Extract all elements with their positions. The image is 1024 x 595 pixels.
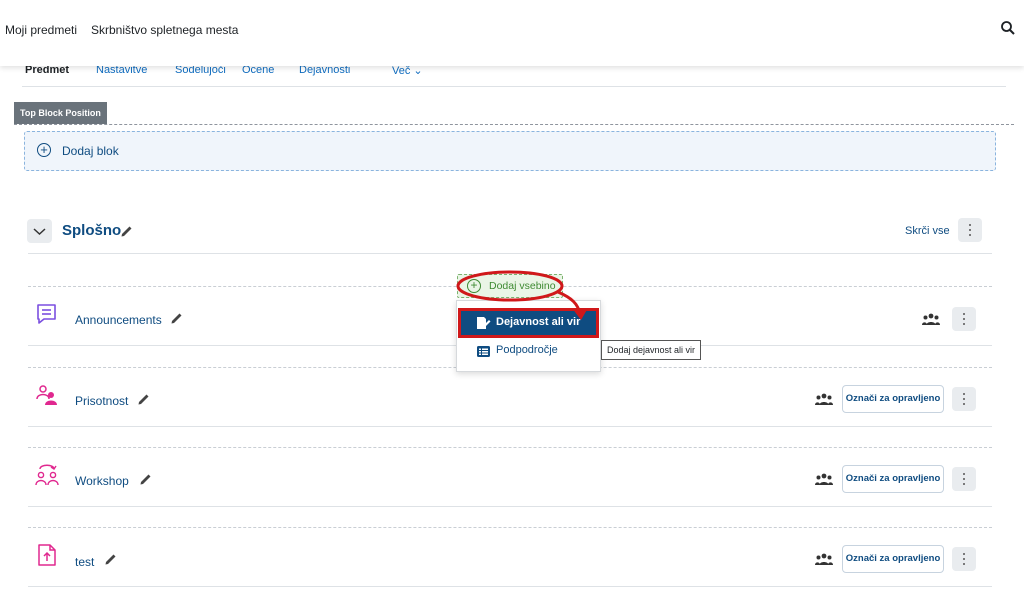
block-position-badge: Top Block Position xyxy=(14,102,107,124)
activity-link-workshop[interactable]: Workshop xyxy=(75,474,129,488)
collapse-all-link[interactable]: Skrči vse xyxy=(905,225,950,237)
plus-circle-icon: + xyxy=(37,143,51,157)
edit-name-pencil-icon[interactable] xyxy=(137,392,151,406)
section-title: Splošno xyxy=(62,222,122,239)
section-collapse-toggle[interactable] xyxy=(27,219,52,243)
group-mode-icon[interactable] xyxy=(922,313,940,326)
activity-link-test[interactable]: test xyxy=(75,555,94,569)
activity-divider xyxy=(28,506,992,507)
annotation-highlight xyxy=(456,270,588,320)
activity-link-announcements[interactable]: Announcements xyxy=(75,313,162,327)
edit-section-pencil-icon[interactable] xyxy=(120,224,134,238)
edit-name-pencil-icon[interactable] xyxy=(104,552,118,566)
mark-as-done-button[interactable]: Označi za opravljeno xyxy=(842,385,944,413)
edit-name-pencil-icon[interactable] xyxy=(170,311,184,325)
activity-menu-button[interactable] xyxy=(952,307,976,331)
activity-divider xyxy=(28,586,992,587)
activity-menu-button[interactable] xyxy=(952,547,976,571)
chevron-down-icon xyxy=(33,228,46,236)
forum-icon xyxy=(37,304,56,324)
group-mode-icon[interactable] xyxy=(815,393,833,406)
activity-divider xyxy=(28,447,992,448)
top-navbar: Moji predmeti Skrbništvo spletnega mesta xyxy=(0,0,1024,66)
activity-divider xyxy=(28,426,992,427)
tooltip: Dodaj dejavnost ali vir xyxy=(601,340,702,360)
add-block-label: Dodaj blok xyxy=(62,144,119,158)
file-upload-icon xyxy=(38,544,56,566)
activity-divider xyxy=(28,527,992,528)
activity-menu-button[interactable] xyxy=(952,467,976,491)
nav-my-courses[interactable]: Moji predmeti xyxy=(5,23,77,37)
search-icon[interactable] xyxy=(1000,20,1016,36)
mark-as-done-button[interactable]: Označi za opravljeno xyxy=(842,465,944,493)
section-menu-button[interactable] xyxy=(958,218,982,242)
section-divider xyxy=(28,253,992,254)
activity-menu-button[interactable] xyxy=(952,387,976,411)
add-block-button[interactable]: + Dodaj blok xyxy=(24,131,996,171)
group-mode-icon[interactable] xyxy=(815,473,833,486)
mark-as-done-button[interactable]: Označi za opravljeno xyxy=(842,545,944,573)
nav-site-admin[interactable]: Skrbništvo spletnega mesta xyxy=(91,23,238,37)
group-mode-icon[interactable] xyxy=(815,553,833,566)
activity-link-attendance[interactable]: Prisotnost xyxy=(75,394,128,408)
workshop-icon xyxy=(35,464,59,486)
attendance-icon xyxy=(36,385,57,405)
subsection-icon xyxy=(477,346,490,357)
menu-item-label: Podpodročje xyxy=(496,344,558,356)
block-region-divider xyxy=(14,124,1014,125)
edit-name-pencil-icon[interactable] xyxy=(139,472,153,486)
